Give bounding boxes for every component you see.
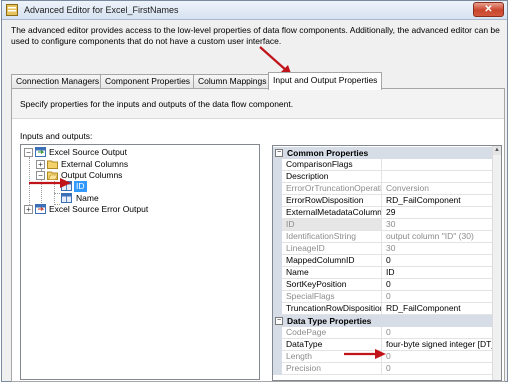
tree-node-external-columns[interactable]: + External Columns bbox=[36, 159, 236, 170]
tree-node-name[interactable]: Name bbox=[61, 193, 181, 204]
property-name: ErrorOrTruncationOperation bbox=[282, 183, 382, 195]
panel-header: Specify properties for the inputs and ou… bbox=[12, 89, 504, 119]
annotation-arrow-datatype bbox=[344, 349, 386, 359]
property-value: Conversion bbox=[382, 183, 501, 195]
tree-label: ID bbox=[74, 181, 87, 192]
tab-component-properties[interactable]: Component Properties bbox=[100, 74, 194, 89]
property-row[interactable]: Description bbox=[273, 171, 501, 183]
property-row[interactable]: ErrorRowDisposition RD_FailComponent bbox=[273, 195, 501, 207]
title-bar[interactable]: Advanced Editor for Excel_FirstNames ✕ bbox=[2, 1, 507, 20]
output-icon bbox=[35, 147, 46, 157]
property-value: output column "ID" (30) bbox=[382, 231, 501, 243]
property-name: MappedColumnID bbox=[282, 255, 382, 267]
property-name: ExternalMetadataColumnID bbox=[282, 207, 382, 219]
property-value[interactable]: RD_FailComponent bbox=[382, 195, 501, 207]
panel-description: Specify properties for the inputs and ou… bbox=[20, 99, 294, 109]
property-name: SortKeyPosition bbox=[282, 279, 382, 291]
property-name: LineageID bbox=[282, 243, 382, 255]
property-value[interactable]: four-byte signed integer [DT_I4] bbox=[382, 339, 501, 351]
property-value: 0 bbox=[382, 351, 501, 363]
close-button[interactable]: ✕ bbox=[473, 2, 504, 17]
property-name: ID bbox=[282, 219, 382, 231]
inputs-outputs-label: Inputs and outputs: bbox=[20, 131, 93, 141]
property-name: IdentificationString bbox=[282, 231, 382, 243]
property-name: SpecialFlags bbox=[282, 291, 382, 303]
scroll-up-icon[interactable]: ▲ bbox=[493, 146, 501, 155]
property-row[interactable]: SortKeyPosition 0 bbox=[273, 279, 501, 291]
property-value[interactable] bbox=[382, 159, 501, 171]
property-name: ErrorRowDisposition bbox=[282, 195, 382, 207]
expand-icon[interactable]: + bbox=[24, 205, 33, 214]
property-name: TruncationRowDisposition bbox=[282, 303, 382, 315]
property-value[interactable]: 0 bbox=[382, 279, 501, 291]
property-value: 0 bbox=[382, 363, 501, 375]
category-data-type-properties[interactable]: − Data Type Properties bbox=[273, 315, 501, 327]
property-value: 0 bbox=[382, 327, 501, 339]
property-value[interactable]: ID bbox=[382, 267, 501, 279]
expand-icon[interactable]: + bbox=[36, 160, 45, 169]
property-grid-scrollbar[interactable]: ▲ bbox=[492, 146, 501, 380]
property-row[interactable]: IdentificationString output column "ID" (… bbox=[273, 231, 501, 243]
column-icon bbox=[61, 193, 72, 203]
property-name: Name bbox=[282, 267, 382, 279]
property-row[interactable]: MappedColumnID 0 bbox=[273, 255, 501, 267]
tree-label: Excel Source Error Output bbox=[49, 204, 149, 214]
property-row[interactable]: CodePage 0 bbox=[273, 327, 501, 339]
annotation-arrow-id-column bbox=[29, 178, 71, 188]
property-name: Precision bbox=[282, 363, 382, 375]
property-row[interactable]: Precision 0 bbox=[273, 363, 501, 375]
collapse-icon[interactable]: − bbox=[24, 148, 33, 157]
collapse-icon[interactable]: − bbox=[275, 149, 283, 157]
property-value: 30 bbox=[382, 219, 501, 231]
tree-node-excel-source-error-output[interactable]: + Excel Source Error Output bbox=[24, 204, 244, 215]
property-name: ComparisonFlags bbox=[282, 159, 382, 171]
tab-connection-managers[interactable]: Connection Managers bbox=[11, 74, 101, 89]
property-row[interactable]: LineageID 30 bbox=[273, 243, 501, 255]
tree-label: Excel Source Output bbox=[49, 147, 127, 157]
tree-node-excel-source-output[interactable]: − Excel Source Output bbox=[24, 147, 224, 158]
property-value: 30 bbox=[382, 243, 501, 255]
output-icon bbox=[35, 204, 46, 214]
property-row[interactable]: ComparisonFlags bbox=[273, 159, 501, 171]
category-common-properties[interactable]: − Common Properties bbox=[273, 147, 501, 159]
property-value[interactable]: 0 bbox=[382, 255, 501, 267]
property-value[interactable]: RD_FailComponent bbox=[382, 303, 501, 315]
property-value[interactable] bbox=[382, 171, 501, 183]
property-value: 0 bbox=[382, 291, 501, 303]
property-row[interactable]: ExternalMetadataColumnID 29 bbox=[273, 207, 501, 219]
property-name: CodePage bbox=[282, 327, 382, 339]
advanced-editor-window: Advanced Editor for Excel_FirstNames ✕ T… bbox=[1, 0, 508, 382]
property-row[interactable]: ID 30 bbox=[273, 219, 501, 231]
tab-panel: Specify properties for the inputs and ou… bbox=[11, 88, 505, 382]
tree-node-id[interactable]: ID bbox=[61, 181, 181, 192]
editor-description: The advanced editor provides access to t… bbox=[11, 25, 500, 46]
window-title: Advanced Editor for Excel_FirstNames bbox=[24, 5, 179, 15]
property-row[interactable]: ErrorOrTruncationOperation Conversion bbox=[273, 183, 501, 195]
property-value[interactable]: 29 bbox=[382, 207, 501, 219]
folder-icon bbox=[47, 160, 58, 169]
property-name: Description bbox=[282, 171, 382, 183]
property-row[interactable]: SpecialFlags 0 bbox=[273, 291, 501, 303]
app-icon bbox=[6, 4, 18, 16]
tree-label: External Columns bbox=[61, 159, 129, 169]
property-row[interactable]: TruncationRowDisposition RD_FailComponent bbox=[273, 303, 501, 315]
tab-input-output-properties[interactable]: Input and Output Properties bbox=[268, 72, 382, 90]
tree-label: Name bbox=[76, 193, 99, 203]
collapse-icon[interactable]: − bbox=[275, 317, 283, 325]
property-row[interactable]: Name ID bbox=[273, 267, 501, 279]
